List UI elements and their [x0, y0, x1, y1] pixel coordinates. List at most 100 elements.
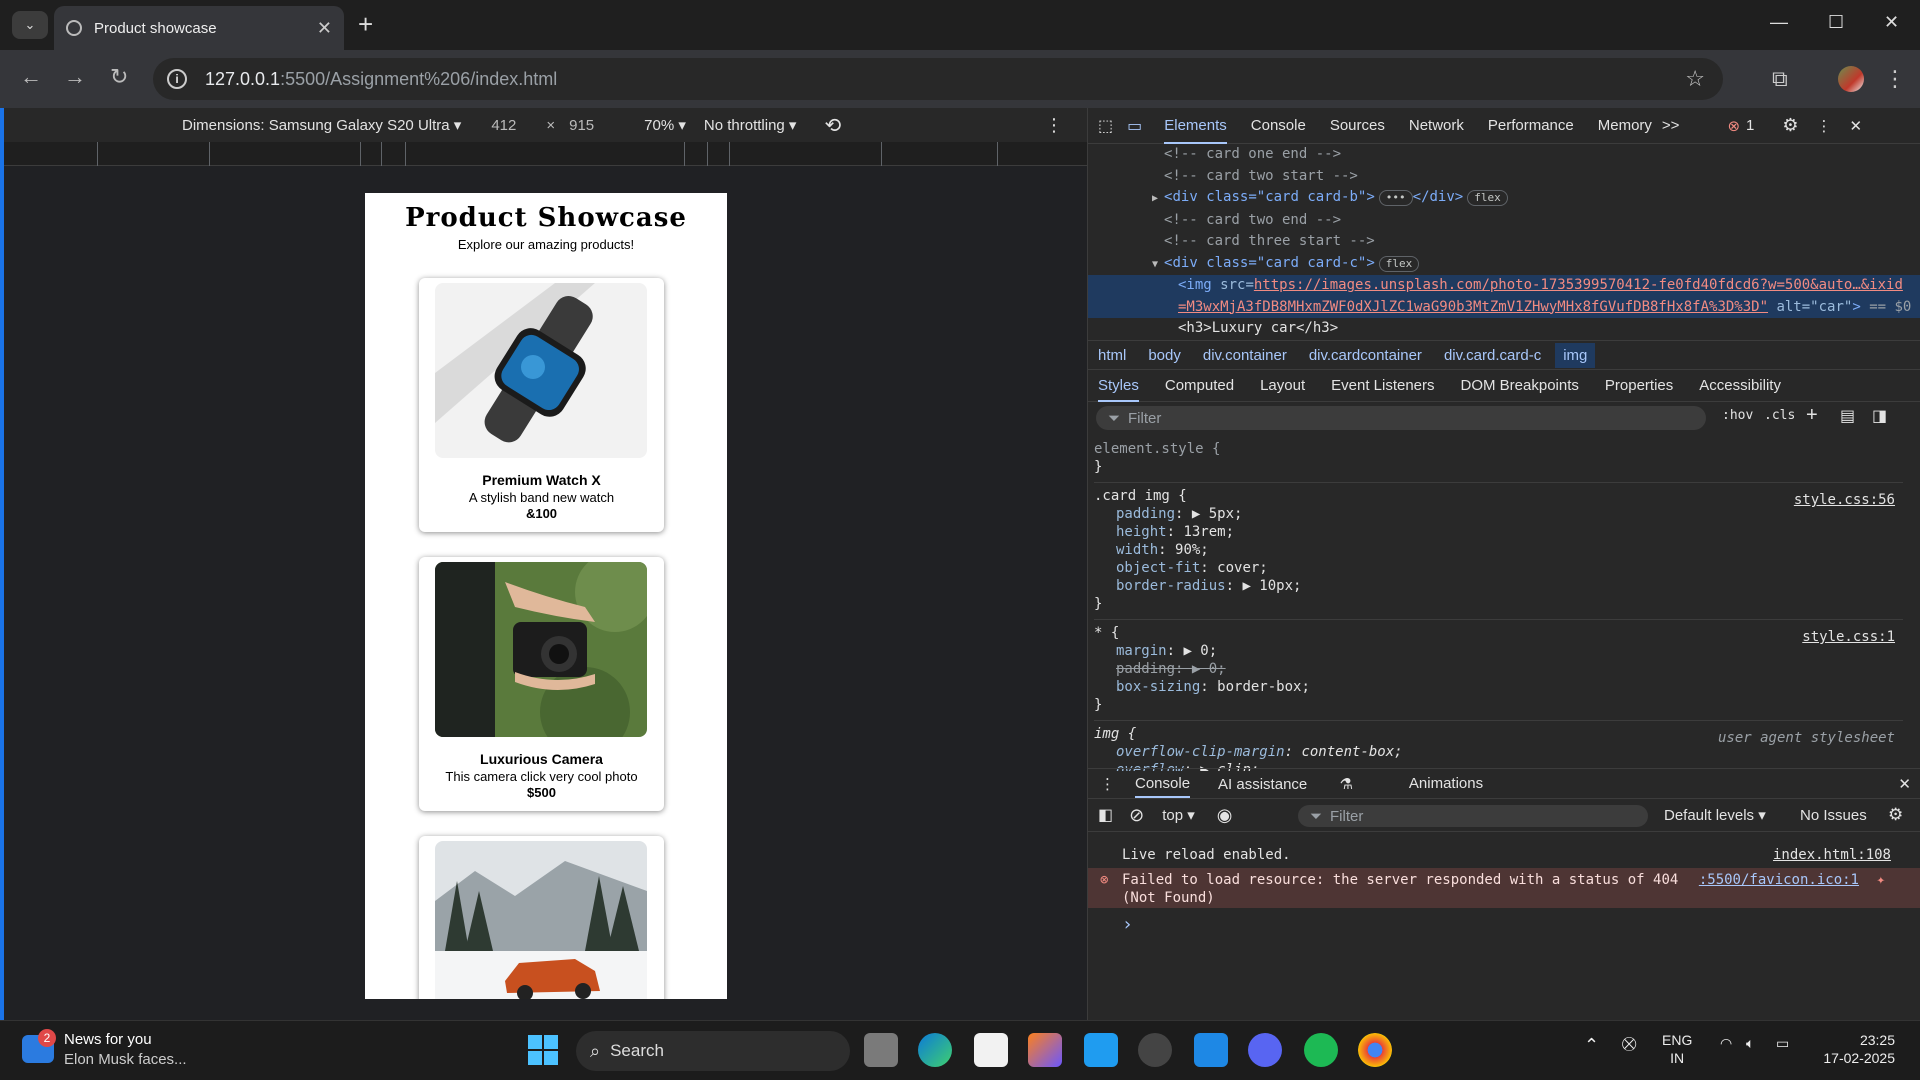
- close-drawer-icon[interactable]: ✕: [1898, 775, 1911, 793]
- maximize-button[interactable]: ☐: [1828, 12, 1844, 33]
- address-bar[interactable]: i 127.0.0.1:5500/Assignment%206/index.ht…: [153, 58, 1723, 100]
- settings-icon[interactable]: ⚙: [1782, 115, 1798, 136]
- tab-console[interactable]: Console: [1251, 117, 1306, 134]
- tab-accessibility[interactable]: Accessibility: [1699, 377, 1781, 394]
- vscode-icon[interactable]: [1084, 1033, 1118, 1067]
- tab-elements[interactable]: Elements: [1164, 117, 1227, 144]
- language-indicator[interactable]: ENG IN: [1662, 1031, 1692, 1067]
- crumb-body[interactable]: body: [1148, 347, 1181, 364]
- crumb-cardcontainer[interactable]: div.cardcontainer: [1309, 347, 1422, 364]
- tab-network[interactable]: Network: [1409, 117, 1464, 134]
- clear-console-icon[interactable]: ⊘: [1129, 805, 1144, 826]
- back-icon[interactable]: ←: [20, 64, 42, 90]
- message-source[interactable]: :5500/favicon.ico:1: [1699, 871, 1859, 889]
- throttling-select[interactable]: No throttling ▾: [704, 116, 797, 134]
- more-tabs-icon[interactable]: >>: [1662, 117, 1680, 134]
- intellij-icon[interactable]: [1028, 1033, 1062, 1067]
- error-icon[interactable]: ⊗: [1727, 117, 1740, 135]
- extensions-icon[interactable]: ⧉: [1772, 66, 1788, 92]
- news-subtitle[interactable]: Elon Musk faces...: [64, 1051, 187, 1068]
- close-window-button[interactable]: ✕: [1884, 12, 1899, 33]
- tab-performance[interactable]: Performance: [1488, 117, 1574, 134]
- close-devtools-icon[interactable]: ✕: [1850, 117, 1863, 135]
- edge-icon[interactable]: [918, 1033, 952, 1067]
- tab-sources[interactable]: Sources: [1330, 117, 1385, 134]
- windows-start-icon[interactable]: [528, 1035, 558, 1065]
- device-width[interactable]: 412: [491, 117, 516, 134]
- rotate-icon[interactable]: ⟲: [824, 113, 841, 138]
- context-select[interactable]: top ▾: [1162, 806, 1195, 824]
- device-height[interactable]: 915: [569, 117, 594, 134]
- spotify-icon[interactable]: [1304, 1033, 1338, 1067]
- tab-computed[interactable]: Computed: [1165, 377, 1234, 394]
- drawer-menu-icon[interactable]: ⋮: [1100, 775, 1115, 793]
- wifi-icon[interactable]: ◠: [1720, 1035, 1732, 1052]
- forward-icon[interactable]: →: [64, 64, 86, 90]
- add-rule-icon[interactable]: +: [1806, 404, 1818, 427]
- tab-event-listeners[interactable]: Event Listeners: [1331, 377, 1434, 394]
- levels-select[interactable]: Default levels ▾: [1664, 806, 1766, 824]
- tab-memory[interactable]: Memory: [1598, 117, 1652, 134]
- styles-filter-input[interactable]: ⏷ Filter: [1096, 406, 1706, 430]
- error-count[interactable]: 1: [1746, 117, 1754, 134]
- zoom-select[interactable]: 70% ▾: [644, 116, 686, 134]
- minimize-button[interactable]: —: [1770, 12, 1788, 33]
- device-toggle-icon[interactable]: ▭: [1127, 116, 1142, 136]
- chrome-icon[interactable]: [1358, 1033, 1392, 1067]
- console-filter-input[interactable]: ⏷ Filter: [1298, 805, 1648, 827]
- discord-icon[interactable]: [1248, 1033, 1282, 1067]
- profile-avatar[interactable]: [1838, 66, 1864, 92]
- console-prompt[interactable]: ›: [1088, 916, 1920, 934]
- tab-layout[interactable]: Layout: [1260, 377, 1305, 394]
- source-link[interactable]: style.css:1: [1802, 628, 1895, 646]
- tab-close-icon[interactable]: ✕: [317, 18, 332, 39]
- drawer-tab-ai[interactable]: AI assistance ⚗: [1218, 775, 1381, 793]
- console-sidebar-icon[interactable]: ◧: [1098, 805, 1113, 825]
- hov-button[interactable]: :hov: [1722, 408, 1753, 423]
- inspect-icon[interactable]: ⬚: [1098, 116, 1113, 136]
- message-source[interactable]: index.html:108: [1773, 846, 1891, 864]
- drawer-tab-animations[interactable]: Animations: [1409, 775, 1483, 792]
- cls-button[interactable]: .cls: [1764, 408, 1795, 423]
- source-link[interactable]: style.css:56: [1794, 491, 1895, 509]
- site-info-icon[interactable]: i: [167, 69, 187, 89]
- network-off-icon[interactable]: ⛒: [1622, 1035, 1636, 1052]
- device-more-icon[interactable]: ⋮: [1045, 115, 1063, 136]
- dom-node-img-cont[interactable]: =M3wxMjA3fDB8MHxmZWF0dXJlZC1waG90b3MtZmV…: [1088, 296, 1920, 318]
- browser-tab[interactable]: Product showcase ✕: [54, 6, 344, 50]
- store-icon[interactable]: [974, 1033, 1008, 1067]
- bookmark-star-icon[interactable]: ☆: [1685, 66, 1705, 92]
- tab-search-button[interactable]: ⌄: [12, 11, 48, 39]
- drawer-tab-console[interactable]: Console: [1135, 775, 1191, 798]
- taskbar-search[interactable]: ⌕ Search: [576, 1031, 850, 1071]
- crumb-html[interactable]: html: [1098, 347, 1126, 364]
- remote-desktop-icon[interactable]: [1194, 1033, 1228, 1067]
- tray-overflow-icon[interactable]: ⌃: [1584, 1035, 1599, 1056]
- device-select[interactable]: Dimensions: Samsung Galaxy S20 Ultra ▾: [182, 116, 461, 134]
- issues-counter[interactable]: No Issues: [1800, 807, 1867, 824]
- news-title[interactable]: News for you: [64, 1031, 152, 1048]
- obs-icon[interactable]: [1138, 1033, 1172, 1067]
- tab-properties[interactable]: Properties: [1605, 377, 1673, 394]
- clock[interactable]: 23:25 17-02-2025: [1815, 1031, 1895, 1067]
- paint-icon[interactable]: ▤: [1840, 406, 1855, 426]
- crumb-container[interactable]: div.container: [1203, 347, 1287, 364]
- menu-icon[interactable]: ⋮: [1884, 66, 1906, 92]
- battery-icon[interactable]: ▭: [1776, 1035, 1789, 1052]
- reload-icon[interactable]: ↻: [110, 64, 128, 90]
- console-settings-icon[interactable]: ⚙: [1888, 805, 1903, 825]
- tab-dom-breakpoints[interactable]: DOM Breakpoints: [1461, 377, 1579, 394]
- sidebar-toggle-icon[interactable]: ◨: [1872, 406, 1887, 426]
- new-tab-button[interactable]: +: [358, 10, 373, 38]
- devtools-menu-icon[interactable]: ⋮: [1817, 117, 1832, 135]
- volume-icon[interactable]: 🔈︎: [1746, 1035, 1754, 1052]
- dom-node-card-b[interactable]: ▶ <div class="card card-b"> ••• </div> flex: [1088, 187, 1920, 210]
- dom-node-h3[interactable]: <h3>Luxury car</h3>: [1088, 318, 1920, 340]
- tab-styles[interactable]: Styles: [1098, 377, 1139, 402]
- task-view-icon[interactable]: [864, 1033, 898, 1067]
- ai-explain-icon[interactable]: ✦: [1877, 871, 1885, 889]
- crumb-img[interactable]: img: [1555, 342, 1596, 368]
- dom-node-img-selected[interactable]: <img src=https://images.unsplash.com/pho…: [1088, 275, 1920, 297]
- dom-node-card-c[interactable]: ▼ <div class="card card-c"> flex: [1088, 253, 1920, 276]
- eye-icon[interactable]: ◉: [1217, 805, 1233, 826]
